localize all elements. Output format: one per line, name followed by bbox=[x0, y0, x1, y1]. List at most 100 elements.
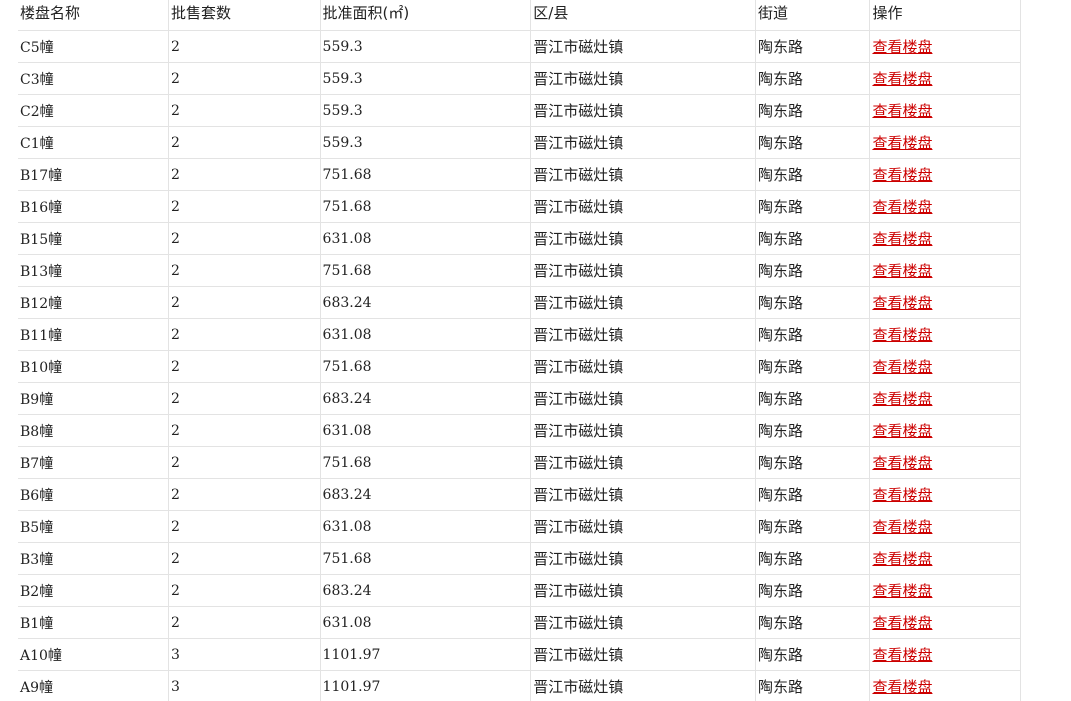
cell-street: 陶东路 bbox=[755, 126, 871, 159]
cell-sale-count: 2 bbox=[168, 126, 321, 159]
view-building-link[interactable]: 查看楼盘 bbox=[872, 422, 932, 440]
cell-approved-area: 631.08 bbox=[320, 510, 532, 543]
view-building-link[interactable]: 查看楼盘 bbox=[872, 38, 932, 56]
cell-action: 查看楼盘 bbox=[869, 670, 1021, 701]
cell-street: 陶东路 bbox=[755, 574, 871, 607]
cell-sale-count: 2 bbox=[168, 382, 321, 415]
cell-sale-count: 2 bbox=[168, 190, 321, 223]
cell-street: 陶东路 bbox=[755, 606, 871, 639]
view-building-link[interactable]: 查看楼盘 bbox=[872, 262, 932, 280]
cell-building-name: B10幢 bbox=[18, 350, 170, 383]
cell-sale-count: 2 bbox=[168, 318, 321, 351]
cell-street: 陶东路 bbox=[755, 382, 871, 415]
view-building-link[interactable]: 查看楼盘 bbox=[872, 294, 932, 312]
cell-action: 查看楼盘 bbox=[869, 574, 1021, 607]
view-building-link[interactable]: 查看楼盘 bbox=[872, 166, 932, 184]
table-row: B1幢 2 631.08 晋江市磁灶镇 陶东路 查看楼盘 bbox=[18, 606, 1021, 639]
header-action: 操作 bbox=[869, 0, 1021, 31]
cell-district: 晋江市磁灶镇 bbox=[530, 94, 757, 127]
table-row: A10幢 3 1101.97 晋江市磁灶镇 陶东路 查看楼盘 bbox=[18, 638, 1021, 671]
cell-building-name: B13幢 bbox=[18, 254, 170, 287]
cell-building-name: C3幢 bbox=[18, 62, 170, 95]
cell-approved-area: 751.68 bbox=[320, 190, 532, 223]
cell-action: 查看楼盘 bbox=[869, 286, 1021, 319]
cell-building-name: C1幢 bbox=[18, 126, 170, 159]
header-approved-area: 批准面积(㎡) bbox=[320, 0, 532, 31]
cell-street: 陶东路 bbox=[755, 94, 871, 127]
cell-sale-count: 2 bbox=[168, 574, 321, 607]
cell-district: 晋江市磁灶镇 bbox=[530, 62, 757, 95]
cell-street: 陶东路 bbox=[755, 670, 871, 701]
cell-approved-area: 631.08 bbox=[320, 414, 532, 447]
cell-action: 查看楼盘 bbox=[869, 414, 1021, 447]
table-row: B15幢 2 631.08 晋江市磁灶镇 陶东路 查看楼盘 bbox=[18, 222, 1021, 255]
cell-approved-area: 683.24 bbox=[320, 478, 532, 511]
view-building-link[interactable]: 查看楼盘 bbox=[872, 134, 932, 152]
cell-street: 陶东路 bbox=[755, 62, 871, 95]
cell-building-name: B15幢 bbox=[18, 222, 170, 255]
view-building-link[interactable]: 查看楼盘 bbox=[872, 582, 932, 600]
cell-district: 晋江市磁灶镇 bbox=[530, 382, 757, 415]
cell-action: 查看楼盘 bbox=[869, 510, 1021, 543]
cell-sale-count: 2 bbox=[168, 414, 321, 447]
cell-approved-area: 683.24 bbox=[320, 286, 532, 319]
cell-district: 晋江市磁灶镇 bbox=[530, 510, 757, 543]
view-building-link[interactable]: 查看楼盘 bbox=[872, 614, 932, 632]
view-building-link[interactable]: 查看楼盘 bbox=[872, 358, 932, 376]
cell-district: 晋江市磁灶镇 bbox=[530, 606, 757, 639]
cell-sale-count: 2 bbox=[168, 350, 321, 383]
cell-district: 晋江市磁灶镇 bbox=[530, 158, 757, 191]
view-building-link[interactable]: 查看楼盘 bbox=[872, 646, 932, 664]
cell-approved-area: 631.08 bbox=[320, 318, 532, 351]
view-building-link[interactable]: 查看楼盘 bbox=[872, 518, 932, 536]
presale-list-page: 楼盘名称 批售套数 批准面积(㎡) 区/县 街道 操作 C5幢 2 559.3 晋江市… bbox=[0, 0, 1071, 701]
cell-district: 晋江市磁灶镇 bbox=[530, 286, 757, 319]
view-building-link[interactable]: 查看楼盘 bbox=[872, 550, 932, 568]
view-building-link[interactable]: 查看楼盘 bbox=[872, 198, 932, 216]
view-building-link[interactable]: 查看楼盘 bbox=[872, 486, 932, 504]
cell-sale-count: 2 bbox=[168, 30, 321, 63]
cell-action: 查看楼盘 bbox=[869, 350, 1021, 383]
cell-street: 陶东路 bbox=[755, 286, 871, 319]
cell-district: 晋江市磁灶镇 bbox=[530, 670, 757, 701]
table-row: B2幢 2 683.24 晋江市磁灶镇 陶东路 查看楼盘 bbox=[18, 574, 1021, 607]
table-row: B17幢 2 751.68 晋江市磁灶镇 陶东路 查看楼盘 bbox=[18, 158, 1021, 191]
table-row: C2幢 2 559.3 晋江市磁灶镇 陶东路 查看楼盘 bbox=[18, 94, 1021, 127]
cell-action: 查看楼盘 bbox=[869, 254, 1021, 287]
cell-building-name: B7幢 bbox=[18, 446, 170, 479]
cell-district: 晋江市磁灶镇 bbox=[530, 446, 757, 479]
header-sale-count: 批售套数 bbox=[168, 0, 321, 31]
cell-building-name: B2幢 bbox=[18, 574, 170, 607]
cell-sale-count: 2 bbox=[168, 542, 321, 575]
view-building-link[interactable]: 查看楼盘 bbox=[872, 454, 932, 472]
view-building-link[interactable]: 查看楼盘 bbox=[872, 326, 932, 344]
cell-approved-area: 683.24 bbox=[320, 574, 532, 607]
view-building-link[interactable]: 查看楼盘 bbox=[872, 390, 932, 408]
view-building-link[interactable]: 查看楼盘 bbox=[872, 678, 932, 696]
table-header: 楼盘名称 批售套数 批准面积(㎡) 区/县 街道 操作 bbox=[18, 0, 1021, 31]
cell-approved-area: 631.08 bbox=[320, 606, 532, 639]
cell-street: 陶东路 bbox=[755, 510, 871, 543]
cell-street: 陶东路 bbox=[755, 478, 871, 511]
cell-street: 陶东路 bbox=[755, 254, 871, 287]
view-building-link[interactable]: 查看楼盘 bbox=[872, 70, 932, 88]
header-building-name: 楼盘名称 bbox=[18, 0, 170, 31]
cell-action: 查看楼盘 bbox=[869, 30, 1021, 63]
presale-table: 楼盘名称 批售套数 批准面积(㎡) 区/县 街道 操作 C5幢 2 559.3 晋江市… bbox=[18, 0, 1021, 701]
cell-street: 陶东路 bbox=[755, 190, 871, 223]
cell-approved-area: 631.08 bbox=[320, 222, 532, 255]
cell-district: 晋江市磁灶镇 bbox=[530, 254, 757, 287]
table-row: B7幢 2 751.68 晋江市磁灶镇 陶东路 查看楼盘 bbox=[18, 446, 1021, 479]
table-row: B11幢 2 631.08 晋江市磁灶镇 陶东路 查看楼盘 bbox=[18, 318, 1021, 351]
cell-building-name: B11幢 bbox=[18, 318, 170, 351]
cell-action: 查看楼盘 bbox=[869, 158, 1021, 191]
cell-sale-count: 2 bbox=[168, 158, 321, 191]
table-row: B3幢 2 751.68 晋江市磁灶镇 陶东路 查看楼盘 bbox=[18, 542, 1021, 575]
cell-district: 晋江市磁灶镇 bbox=[530, 350, 757, 383]
cell-district: 晋江市磁灶镇 bbox=[530, 190, 757, 223]
view-building-link[interactable]: 查看楼盘 bbox=[872, 230, 932, 248]
cell-building-name: B16幢 bbox=[18, 190, 170, 223]
cell-street: 陶东路 bbox=[755, 318, 871, 351]
view-building-link[interactable]: 查看楼盘 bbox=[872, 102, 932, 120]
cell-building-name: B8幢 bbox=[18, 414, 170, 447]
